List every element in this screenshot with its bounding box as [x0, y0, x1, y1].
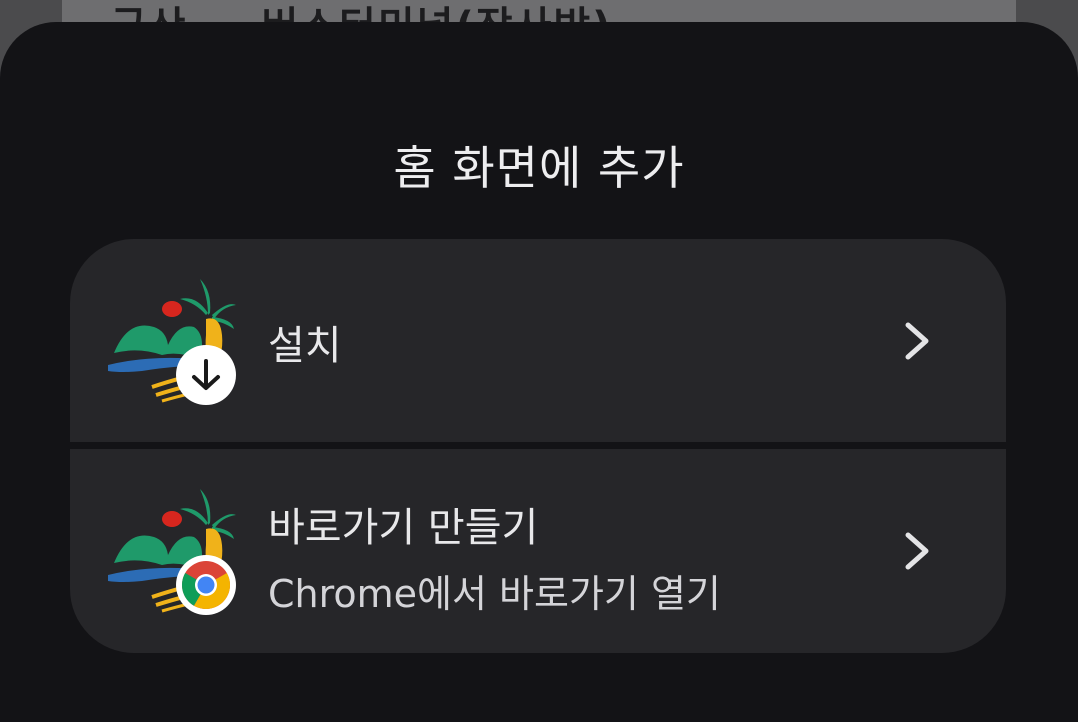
chrome-icon — [176, 555, 236, 615]
install-option[interactable]: 설치 — [70, 239, 1006, 442]
create-shortcut-sublabel: Chrome에서 바로가기 열기 — [268, 572, 721, 616]
sheet-title: 홈 화면에 추가 — [393, 141, 685, 195]
create-shortcut-label: 바로가기 만들기 — [268, 505, 539, 551]
app-logo-icon — [108, 489, 236, 615]
create-shortcut-option[interactable]: 바로가기 만들기 Chrome에서 바로가기 열기 — [70, 449, 1006, 653]
app-logo-icon — [108, 279, 236, 405]
install-label: 설치 — [268, 323, 342, 369]
chevron-right-icon — [905, 322, 929, 360]
chevron-right-icon — [905, 532, 929, 570]
